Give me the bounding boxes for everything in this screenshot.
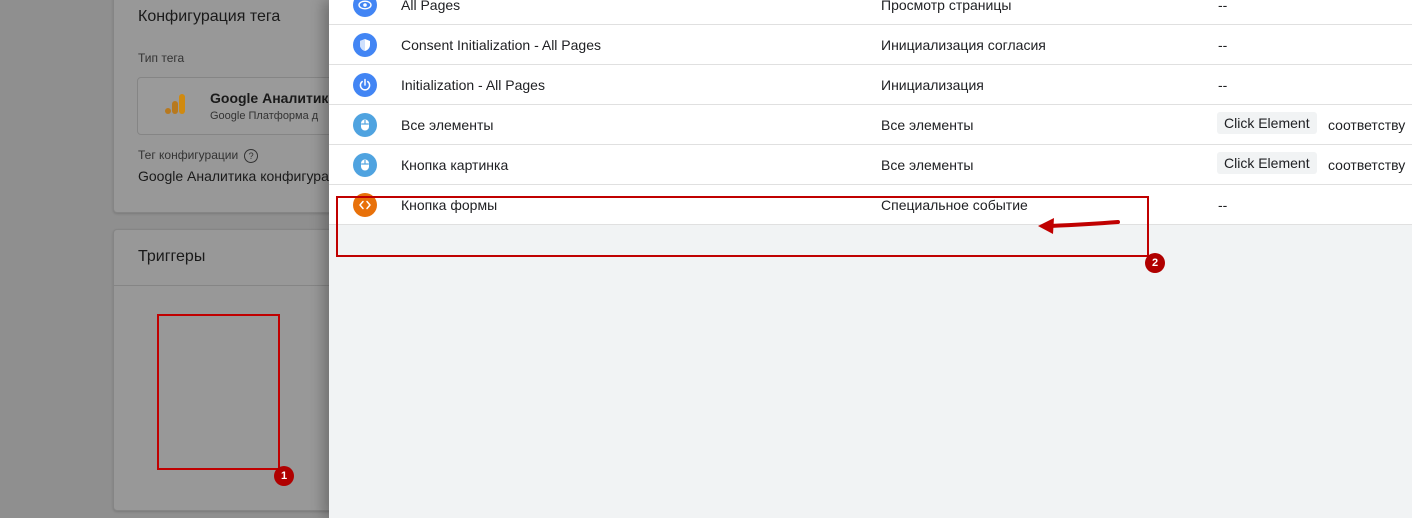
triggers-title: Триггеры <box>138 248 206 265</box>
trigger-type: Все элементы <box>881 117 974 133</box>
trigger-row-all-elements[interactable]: Все элементы Все элементы Click Element … <box>329 105 1412 145</box>
annotation-rect-1 <box>157 314 280 470</box>
trigger-chooser-panel: All Pages Просмотр страницы -- Consent I… <box>329 0 1412 518</box>
trigger-filter: -- <box>1218 0 1228 13</box>
trigger-name: Кнопка картинка <box>401 157 509 173</box>
annotation-rect-2 <box>336 196 1149 257</box>
annotation-arrow <box>1038 218 1120 234</box>
trigger-list: All Pages Просмотр страницы -- Consent I… <box>329 0 1412 225</box>
trigger-row-image-button[interactable]: Кнопка картинка Все элементы Click Eleme… <box>329 145 1412 185</box>
tag-type-label: Тип тега <box>138 51 185 65</box>
trigger-filter: -- <box>1218 77 1228 93</box>
filter-condition: соответству <box>1328 157 1406 173</box>
trigger-row-consent-initialization[interactable]: Consent Initialization - All Pages Иници… <box>329 25 1412 65</box>
config-tag-value[interactable]: Google Аналитика конфигура <box>138 168 329 184</box>
tag-type-subtitle: Google Платформа д <box>210 110 319 122</box>
trigger-type: Инициализация согласия <box>881 37 1046 53</box>
trigger-type: Инициализация <box>881 77 984 93</box>
annotation-badge-1: 1 <box>274 466 294 486</box>
google-analytics-icon <box>165 94 185 114</box>
config-tag-label: Тег конфигурации? <box>138 148 259 163</box>
trigger-row-initialization[interactable]: Initialization - All Pages Инициализация… <box>329 65 1412 105</box>
eye-icon <box>353 0 377 17</box>
annotation-badge-2: 2 <box>1145 253 1165 273</box>
filter-condition: соответству <box>1328 117 1406 133</box>
config-tag-label-text: Тег конфигурации <box>138 148 239 162</box>
help-icon[interactable]: ? <box>244 148 259 163</box>
filter-variable-chip: Click Element <box>1217 152 1317 174</box>
trigger-row-all-pages[interactable]: All Pages Просмотр страницы -- <box>329 0 1412 25</box>
trigger-name: All Pages <box>401 0 461 13</box>
tag-type-name: Google Аналитика <box>210 90 337 106</box>
mouse-icon <box>353 153 377 177</box>
trigger-name: Все элементы <box>401 117 494 133</box>
tag-configuration-title: Конфигурация тега <box>138 8 281 25</box>
mouse-icon <box>353 113 377 137</box>
trigger-type: Все элементы <box>881 157 974 173</box>
power-icon <box>353 73 377 97</box>
trigger-name: Consent Initialization - All Pages <box>401 37 601 53</box>
trigger-name: Initialization - All Pages <box>401 77 545 93</box>
trigger-filter: -- <box>1218 37 1228 53</box>
trigger-filter: -- <box>1218 197 1228 213</box>
trigger-type: Просмотр страницы <box>881 0 1012 13</box>
shield-icon <box>353 33 377 57</box>
filter-variable-chip: Click Element <box>1217 112 1317 134</box>
